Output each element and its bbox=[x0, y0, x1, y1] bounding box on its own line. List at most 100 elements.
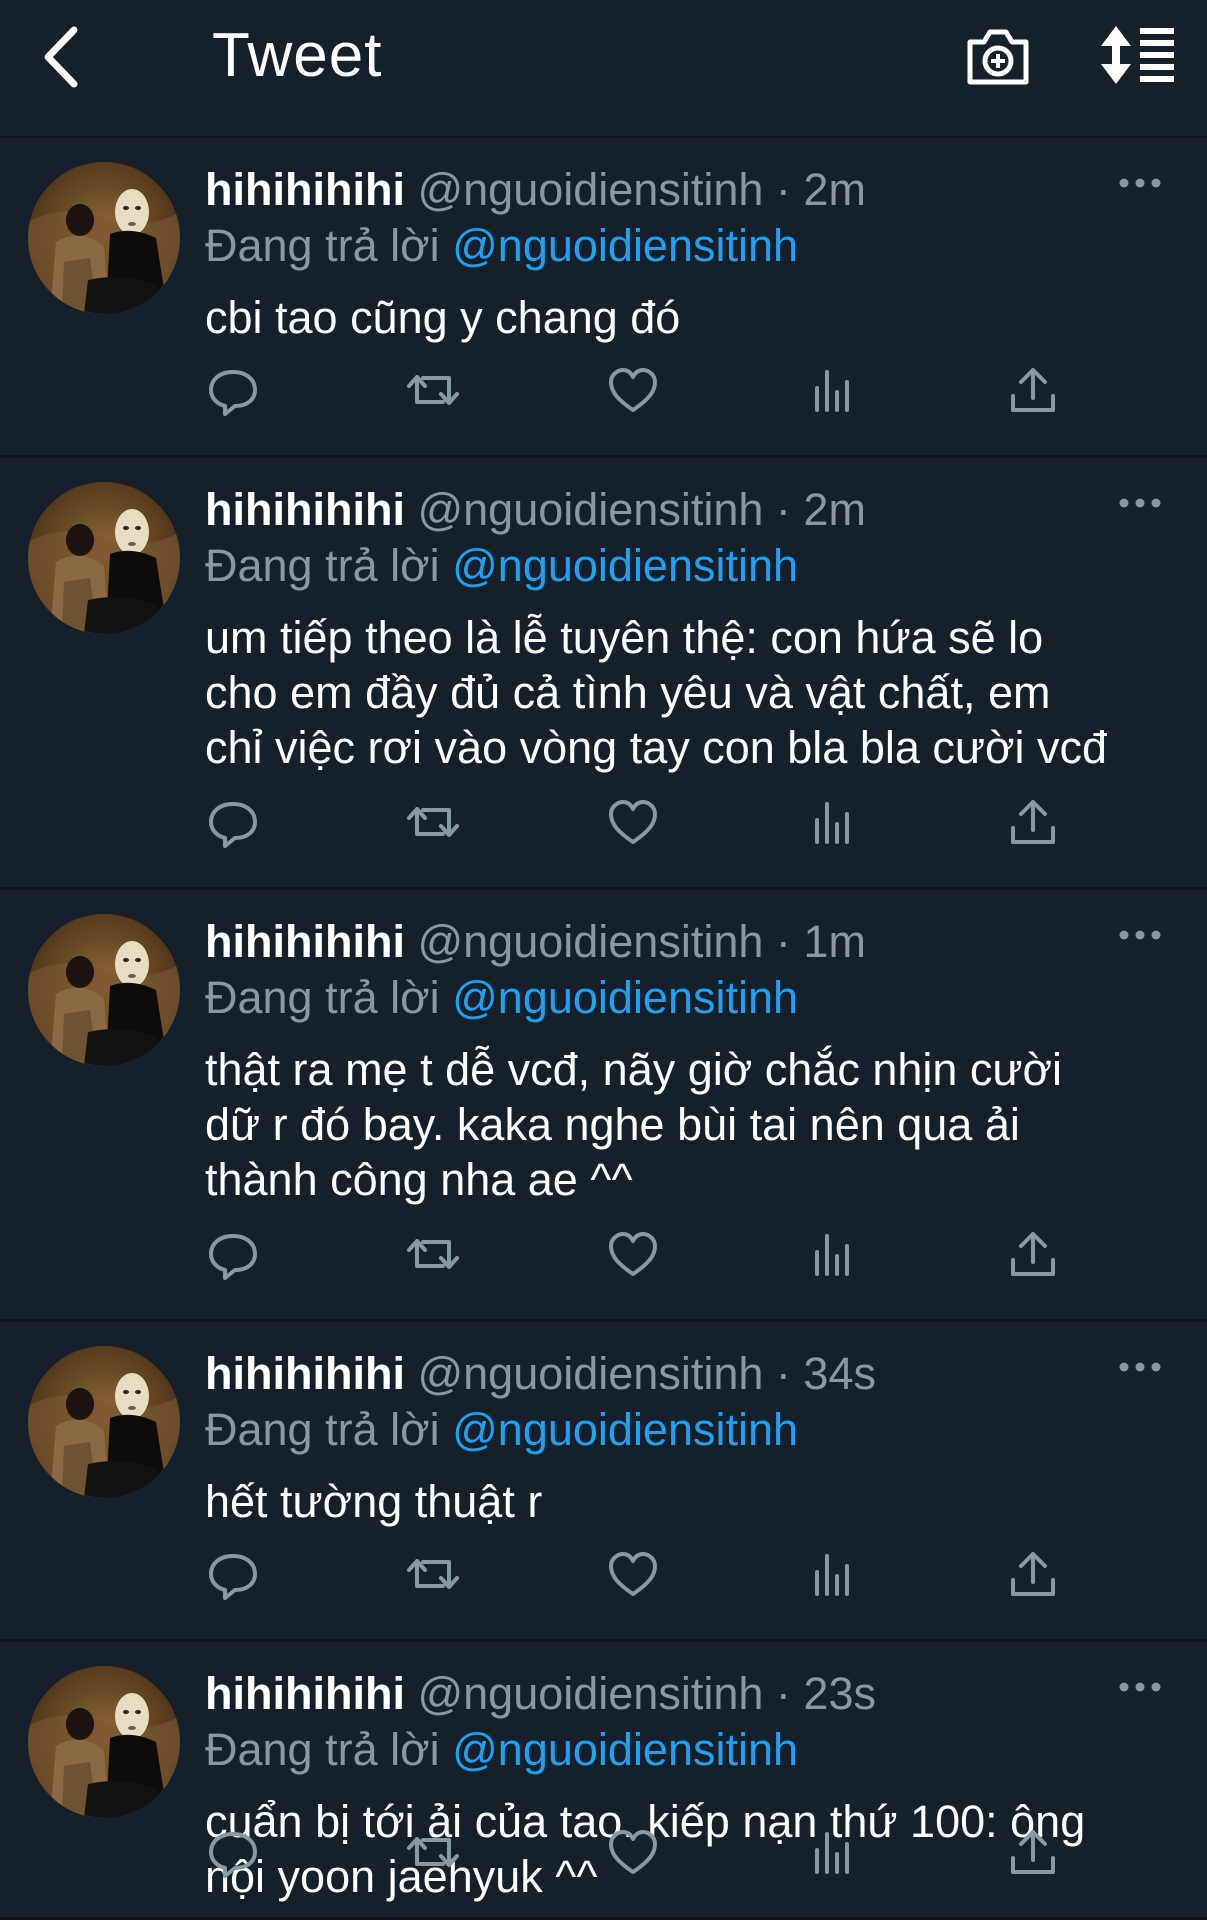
page-title: Tweet bbox=[212, 21, 383, 90]
replying-to: Đang trả lời @nguoidiensitinh bbox=[205, 1402, 1167, 1458]
share-icon bbox=[1005, 1226, 1061, 1282]
analytics-button[interactable] bbox=[805, 362, 861, 418]
like-button[interactable] bbox=[605, 362, 661, 418]
like-icon bbox=[605, 1546, 661, 1602]
reply-button[interactable] bbox=[205, 1226, 261, 1282]
share-button[interactable] bbox=[1005, 794, 1061, 850]
analytics-button[interactable] bbox=[805, 794, 861, 850]
retweet-icon bbox=[405, 1824, 461, 1880]
tweet-text: thật ra mẹ t dễ vcđ, nãy giờ chắc nhịn c… bbox=[205, 1044, 1063, 1205]
avatar[interactable] bbox=[28, 482, 180, 634]
tweet-actions bbox=[205, 1824, 1085, 1880]
replying-label: Đang trả lời bbox=[205, 972, 440, 1023]
camera-button[interactable] bbox=[964, 24, 1032, 88]
avatar[interactable] bbox=[28, 1346, 180, 1498]
replying-label: Đang trả lời bbox=[205, 220, 440, 271]
sort-icon bbox=[1101, 26, 1174, 84]
analytics-button[interactable] bbox=[805, 1226, 861, 1282]
avatar[interactable] bbox=[28, 1666, 180, 1818]
reply-icon bbox=[205, 362, 261, 418]
tweet[interactable]: hihihihihi @nguoidiensitinh · 2m Đang tr… bbox=[0, 138, 1207, 458]
reply-button[interactable] bbox=[205, 1546, 261, 1602]
analytics-icon bbox=[805, 362, 861, 418]
display-name[interactable]: hihihihihi bbox=[205, 484, 405, 535]
mention-link[interactable]: @nguoidiensitinh bbox=[452, 220, 798, 271]
tweet-actions bbox=[205, 1546, 1085, 1602]
user-handle[interactable]: @nguoidiensitinh bbox=[417, 916, 763, 967]
reply-icon bbox=[205, 794, 261, 850]
retweet-icon bbox=[405, 794, 461, 850]
sort-button[interactable] bbox=[1098, 24, 1176, 86]
tweet[interactable]: hihihihihi @nguoidiensitinh · 1m Đang tr… bbox=[0, 890, 1207, 1322]
replying-to: Đang trả lời @nguoidiensitinh bbox=[205, 1722, 1167, 1778]
mention-link[interactable]: @nguoidiensitinh bbox=[452, 972, 798, 1023]
analytics-button[interactable] bbox=[805, 1824, 861, 1880]
user-handle[interactable]: @nguoidiensitinh bbox=[417, 1668, 763, 1719]
chevron-left-icon bbox=[44, 26, 78, 88]
replying-label: Đang trả lời bbox=[205, 1404, 440, 1455]
tweet-actions bbox=[205, 362, 1085, 418]
display-name[interactable]: hihihihihi bbox=[205, 916, 405, 967]
retweet-button[interactable] bbox=[405, 1824, 461, 1880]
analytics-icon bbox=[805, 1824, 861, 1880]
timestamp[interactable]: 2m bbox=[803, 484, 866, 535]
display-name[interactable]: hihihihihi bbox=[205, 1348, 405, 1399]
replying-to: Đang trả lời @nguoidiensitinh bbox=[205, 970, 1167, 1026]
replying-to: Đang trả lời @nguoidiensitinh bbox=[205, 538, 1167, 594]
like-button[interactable] bbox=[605, 1546, 661, 1602]
user-handle[interactable]: @nguoidiensitinh bbox=[417, 164, 763, 215]
retweet-button[interactable] bbox=[405, 1546, 461, 1602]
mention-link[interactable]: @nguoidiensitinh bbox=[452, 1724, 798, 1775]
tweet-text: um tiếp theo là lễ tuyên thệ: con hứa sẽ… bbox=[205, 612, 1108, 773]
reply-button[interactable] bbox=[205, 794, 261, 850]
timestamp[interactable]: 23s bbox=[803, 1668, 876, 1719]
timestamp[interactable]: 2m bbox=[803, 164, 866, 215]
share-button[interactable] bbox=[1005, 1824, 1061, 1880]
tweet[interactable]: hihihihihi @nguoidiensitinh · 23s Đang t… bbox=[0, 1642, 1207, 1920]
user-handle[interactable]: @nguoidiensitinh bbox=[417, 484, 763, 535]
like-icon bbox=[605, 362, 661, 418]
like-button[interactable] bbox=[605, 1226, 661, 1282]
share-button[interactable] bbox=[1005, 1546, 1061, 1602]
tweet-header: hihihihihi @nguoidiensitinh · 1m bbox=[205, 914, 1167, 970]
reply-button[interactable] bbox=[205, 362, 261, 418]
display-name[interactable]: hihihihihi bbox=[205, 1668, 405, 1719]
like-button[interactable] bbox=[605, 1824, 661, 1880]
tweet-header: hihihihihi @nguoidiensitinh · 2m bbox=[205, 482, 1167, 538]
tweet[interactable]: hihihihihi @nguoidiensitinh · 34s Đang t… bbox=[0, 1322, 1207, 1642]
top-bar: Tweet bbox=[0, 0, 1207, 138]
share-button[interactable] bbox=[1005, 362, 1061, 418]
replying-label: Đang trả lời bbox=[205, 1724, 440, 1775]
analytics-icon bbox=[805, 794, 861, 850]
tweet-header: hihihihihi @nguoidiensitinh · 23s bbox=[205, 1666, 1167, 1722]
retweet-button[interactable] bbox=[405, 794, 461, 850]
share-button[interactable] bbox=[1005, 1226, 1061, 1282]
tweet-actions bbox=[205, 1226, 1085, 1282]
reply-icon bbox=[205, 1226, 261, 1282]
user-handle[interactable]: @nguoidiensitinh bbox=[417, 1348, 763, 1399]
tweet-text: cbi tao cũng y chang đó bbox=[205, 292, 681, 343]
mention-link[interactable]: @nguoidiensitinh bbox=[452, 540, 798, 591]
share-icon bbox=[1005, 362, 1061, 418]
tweet-header: hihihihihi @nguoidiensitinh · 2m bbox=[205, 162, 1167, 218]
avatar[interactable] bbox=[28, 914, 180, 1066]
tweet[interactable]: hihihihihi @nguoidiensitinh · 2m Đang tr… bbox=[0, 458, 1207, 890]
tweet-actions bbox=[205, 794, 1085, 850]
timestamp[interactable]: 1m bbox=[803, 916, 866, 967]
separator: · bbox=[775, 916, 791, 967]
analytics-button[interactable] bbox=[805, 1546, 861, 1602]
mention-link[interactable]: @nguoidiensitinh bbox=[452, 1404, 798, 1455]
retweet-button[interactable] bbox=[405, 1226, 461, 1282]
like-icon bbox=[605, 794, 661, 850]
avatar[interactable] bbox=[28, 162, 180, 314]
display-name[interactable]: hihihihihi bbox=[205, 164, 405, 215]
retweet-icon bbox=[405, 1226, 461, 1282]
like-button[interactable] bbox=[605, 794, 661, 850]
retweet-button[interactable] bbox=[405, 362, 461, 418]
reply-icon bbox=[205, 1824, 261, 1880]
separator: · bbox=[775, 164, 791, 215]
back-button[interactable] bbox=[38, 22, 94, 92]
reply-button[interactable] bbox=[205, 1824, 261, 1880]
share-icon bbox=[1005, 794, 1061, 850]
timestamp[interactable]: 34s bbox=[803, 1348, 876, 1399]
